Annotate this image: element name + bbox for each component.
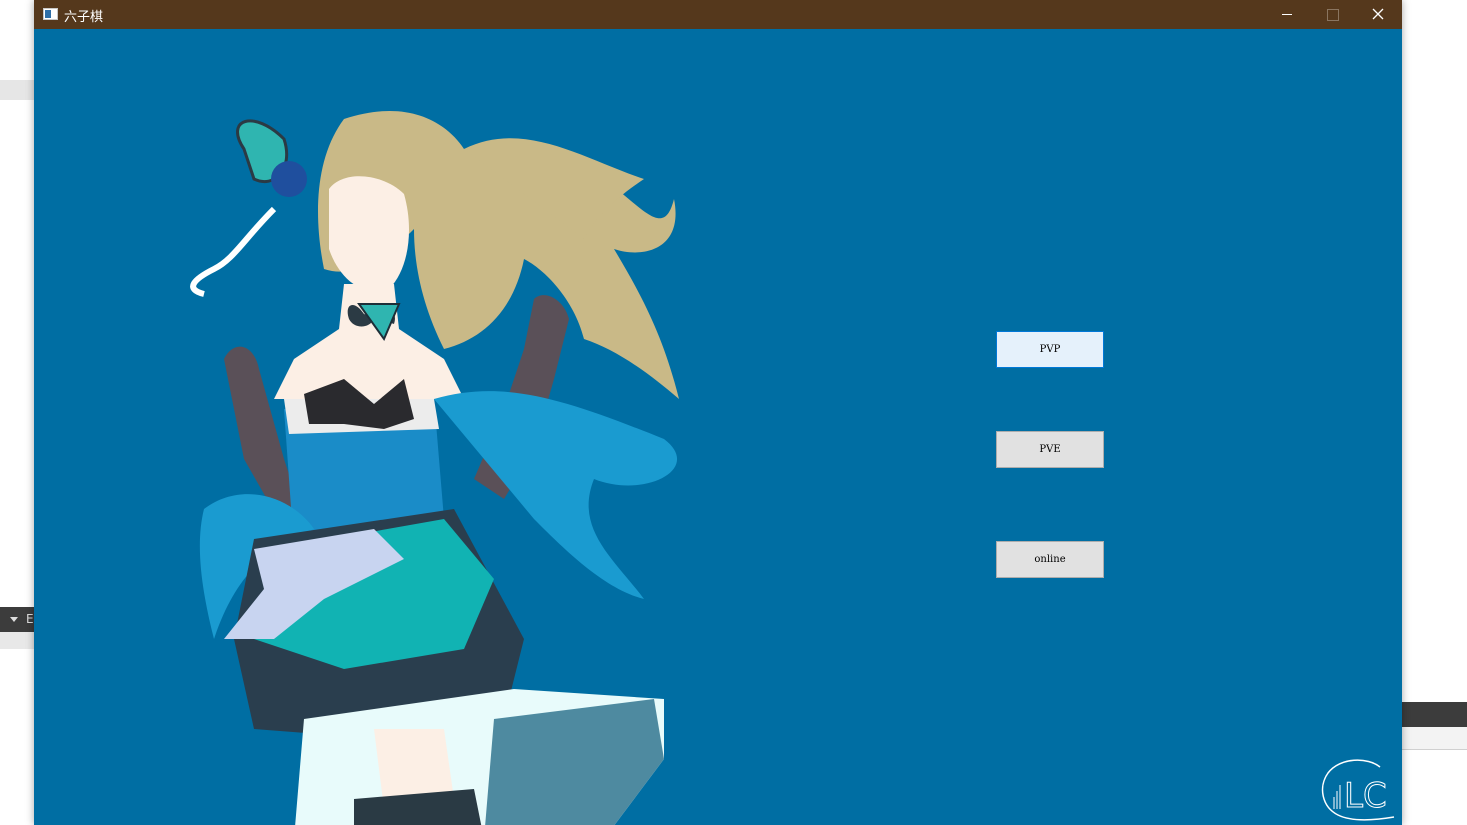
logo-text: LC <box>1344 776 1387 816</box>
background-toolbar-fragment <box>1401 702 1467 727</box>
window-title: 六子棋 <box>64 10 104 25</box>
dropdown-arrow-icon <box>10 617 18 622</box>
online-button[interactable]: online <box>996 541 1104 578</box>
pvp-button[interactable]: PVP <box>996 331 1104 368</box>
background-window-fragment <box>1401 727 1467 750</box>
background-window-fragment <box>0 632 36 649</box>
maximize-button <box>1309 0 1355 29</box>
minimize-button[interactable] <box>1264 0 1310 29</box>
background-toolbar-fragment: E <box>0 607 36 632</box>
close-button[interactable] <box>1355 0 1401 29</box>
title-bar[interactable]: 六子棋 <box>34 0 1402 29</box>
character-illustration <box>190 110 679 825</box>
pve-button[interactable]: PVE <box>996 431 1104 468</box>
background-window-fragment <box>0 80 36 100</box>
app-window: 六子棋 PVP PVE online LC <box>34 0 1402 825</box>
main-panel: PVP PVE online LC <box>34 29 1402 825</box>
lc-logo: LC <box>1321 759 1395 821</box>
app-icon <box>43 8 58 20</box>
background-toolbar-label: E <box>26 612 34 626</box>
close-icon <box>1372 8 1384 20</box>
